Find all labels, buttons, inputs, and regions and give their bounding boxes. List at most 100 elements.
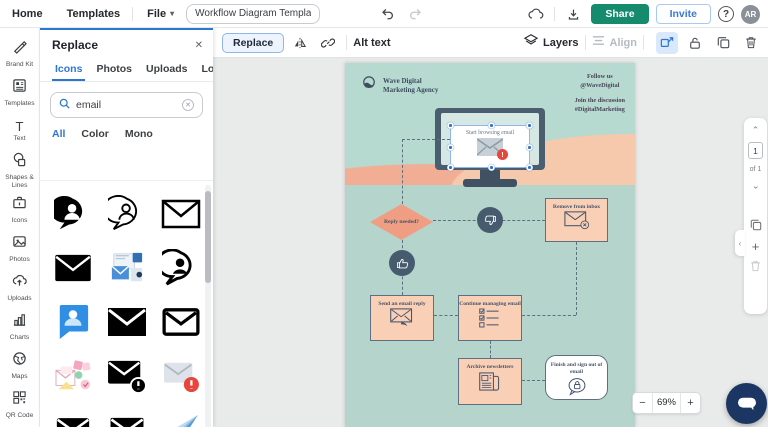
connector-line bbox=[490, 341, 491, 358]
brand-logo[interactable]: Wave Digital Marketing Agency bbox=[361, 76, 453, 95]
page-number-box[interactable]: 1 bbox=[748, 142, 763, 159]
envelope-filled-icon[interactable] bbox=[50, 409, 96, 427]
resize-handle-se[interactable] bbox=[526, 164, 533, 171]
filter-color[interactable]: Color bbox=[81, 128, 108, 140]
duplicate-page-icon[interactable] bbox=[750, 219, 762, 233]
canvas-workspace[interactable]: Wave Digital Marketing Agency Follow us … bbox=[213, 58, 768, 427]
filter-all[interactable]: All bbox=[52, 128, 65, 140]
help-icon[interactable]: ? bbox=[718, 6, 734, 22]
zoom-in-button[interactable]: + bbox=[681, 397, 700, 409]
envelope-alert-black-icon[interactable] bbox=[104, 355, 150, 397]
document-title-input[interactable] bbox=[186, 3, 321, 24]
design-page[interactable]: Wave Digital Marketing Agency Follow us … bbox=[345, 63, 635, 427]
filter-mono[interactable]: Mono bbox=[125, 128, 153, 140]
contact-chat-blue-icon[interactable] bbox=[50, 301, 96, 343]
flow-node-finish[interactable]: Finish and sign out of email bbox=[545, 355, 608, 400]
flow-node-send[interactable]: Send an email reply bbox=[370, 295, 434, 341]
text-icon: T bbox=[15, 119, 24, 135]
collapse-panel-icon[interactable]: ‹ bbox=[735, 230, 745, 256]
zoom-level[interactable]: 69% bbox=[652, 393, 681, 413]
chat-user-outline-icon[interactable] bbox=[104, 193, 150, 235]
flip-icon[interactable] bbox=[288, 32, 312, 54]
selected-start-node[interactable]: Start browsing email ! bbox=[447, 122, 533, 171]
link-icon[interactable] bbox=[316, 32, 340, 54]
chat-support-button[interactable] bbox=[726, 383, 767, 424]
resize-handle-e[interactable] bbox=[526, 144, 533, 151]
lock-icon[interactable] bbox=[684, 32, 706, 54]
brand-kit-icon bbox=[12, 39, 27, 59]
envelope-outline-icon[interactable] bbox=[158, 193, 204, 235]
flow-node-remove[interactable]: Remove from inbox bbox=[545, 198, 608, 242]
page-up-icon[interactable]: ⌃ bbox=[752, 126, 760, 135]
envelope-alert-red-icon[interactable] bbox=[158, 355, 204, 397]
sidebar-item-shapes-lines[interactable]: Shapes & Lines bbox=[0, 151, 40, 190]
brand-name: Wave Digital Marketing Agency bbox=[383, 76, 439, 94]
sidebar-item-charts[interactable]: Charts bbox=[0, 307, 40, 346]
mail-illustration-icon[interactable] bbox=[104, 247, 150, 289]
sidebar-item-photos[interactable]: Photos bbox=[0, 229, 40, 268]
sidebar-item-icons[interactable]: Icons bbox=[0, 190, 40, 229]
envelope-filled-icon[interactable] bbox=[50, 247, 96, 289]
resize-handle-ne[interactable] bbox=[526, 122, 533, 129]
resize-handle-nw[interactable] bbox=[447, 122, 454, 129]
nav-home[interactable]: Home bbox=[0, 8, 55, 20]
chat-user-filled-icon[interactable] bbox=[50, 193, 96, 235]
envelope-remove-icon bbox=[563, 211, 589, 230]
file-menu[interactable]: File ▾ bbox=[133, 8, 180, 20]
tab-uploads[interactable]: Uploads bbox=[139, 58, 194, 81]
envelope-outline-bold-icon[interactable] bbox=[158, 301, 204, 343]
social-links[interactable]: Follow us @WaveDigital Join the discussi… bbox=[575, 73, 625, 121]
thumbs-up-icon[interactable] bbox=[389, 250, 415, 276]
tab-photos[interactable]: Photos bbox=[89, 58, 139, 81]
redo-icon[interactable] bbox=[404, 3, 426, 25]
panel-tabs: Icons Photos Uploads Logos bbox=[40, 58, 213, 82]
clear-search-icon[interactable]: ✕ bbox=[182, 99, 194, 111]
replace-button[interactable]: Replace bbox=[222, 32, 285, 53]
cloud-sync-icon[interactable] bbox=[525, 3, 547, 25]
sidebar-item-brand-kit[interactable]: Brand Kit bbox=[0, 34, 40, 73]
add-page-icon[interactable]: + bbox=[752, 240, 760, 253]
zoom-out-button[interactable]: − bbox=[633, 397, 652, 409]
resize-handle-w[interactable] bbox=[447, 144, 454, 151]
grid-scrollbar[interactable] bbox=[205, 185, 211, 427]
join-label: Join the discussion bbox=[574, 97, 625, 104]
flow-node-continue[interactable]: Continue managing email bbox=[458, 295, 522, 341]
invite-button[interactable]: Invite bbox=[655, 4, 711, 24]
position-button[interactable] bbox=[656, 31, 678, 54]
tab-logos[interactable]: Logos bbox=[194, 58, 213, 81]
avatar[interactable]: AR bbox=[741, 4, 760, 24]
paper-plane-blue-icon[interactable] bbox=[158, 409, 204, 427]
sidebar-item-uploads[interactable]: Uploads bbox=[0, 268, 40, 307]
resize-handle-n[interactable] bbox=[488, 122, 495, 129]
chat-user-bold-icon[interactable] bbox=[158, 247, 204, 289]
delete-page-icon[interactable] bbox=[750, 260, 761, 274]
search-input[interactable] bbox=[76, 99, 176, 111]
share-button[interactable]: Share bbox=[591, 4, 649, 24]
trash-icon[interactable] bbox=[740, 32, 762, 54]
icon-filters: All Color Mono bbox=[40, 118, 213, 148]
envelope-filled-icon[interactable] bbox=[104, 301, 150, 343]
icon-search-box[interactable]: ✕ bbox=[50, 92, 203, 118]
alt-text-button[interactable]: Alt text bbox=[353, 37, 390, 49]
undo-icon[interactable] bbox=[376, 3, 398, 25]
resize-handle-sw[interactable] bbox=[447, 164, 454, 171]
sidebar-item-text[interactable]: T Text bbox=[0, 112, 40, 151]
download-icon[interactable] bbox=[562, 3, 584, 25]
flow-node-archive[interactable]: Archive newsletters bbox=[458, 358, 522, 405]
align-icon bbox=[592, 34, 605, 52]
mail-illustration-pink-icon[interactable] bbox=[50, 355, 96, 397]
align-button[interactable]: Align bbox=[592, 34, 637, 52]
layers-button[interactable]: Layers bbox=[523, 33, 579, 52]
sidebar-item-maps[interactable]: Maps bbox=[0, 346, 40, 385]
page-down-icon[interactable]: ⌃ bbox=[752, 180, 760, 190]
connector-line bbox=[522, 380, 545, 381]
thumbs-down-icon[interactable] bbox=[477, 207, 503, 233]
duplicate-icon[interactable] bbox=[712, 32, 734, 54]
nav-templates[interactable]: Templates bbox=[55, 8, 133, 20]
close-icon[interactable]: ✕ bbox=[195, 40, 203, 51]
sidebar-item-templates[interactable]: Templates bbox=[0, 73, 40, 112]
resize-handle-s[interactable] bbox=[488, 164, 495, 171]
envelope-filled-icon[interactable] bbox=[104, 409, 150, 427]
tab-icons[interactable]: Icons bbox=[48, 58, 89, 81]
sidebar-item-qr-code[interactable]: QR Code bbox=[0, 385, 40, 424]
